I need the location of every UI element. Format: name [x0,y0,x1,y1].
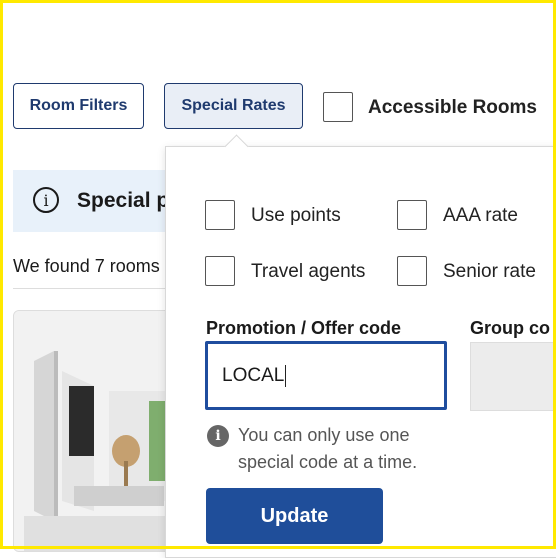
divider [13,288,173,289]
aaa-rate-label: AAA rate [443,205,518,226]
results-count: We found 7 rooms [13,256,160,276]
promo-code-value: LOCAL [222,364,285,386]
group-code-label: Group co [470,318,550,338]
notice-text: Special p [77,189,170,212]
info-icon: i [207,425,229,447]
help-text: You can only use one special code at a t… [238,425,418,472]
accessible-rooms-checkbox[interactable] [323,92,353,122]
use-points-label: Use points [251,205,341,226]
senior-rate-checkbox[interactable] [397,256,427,286]
room-card[interactable] [13,310,185,552]
room-photo [14,311,184,551]
promo-code-label: Promotion / Offer code [206,318,402,338]
use-points-checkbox[interactable] [205,200,235,230]
info-icon: i [33,187,59,213]
promo-code-input[interactable]: LOCAL [205,341,447,410]
travel-agents-checkbox[interactable] [205,256,235,286]
travel-agents-label: Travel agents [251,261,366,282]
aaa-rate-checkbox[interactable] [397,200,427,230]
special-rates-button[interactable]: Special Rates [164,83,303,129]
group-code-input[interactable] [470,342,556,411]
senior-rate-label: Senior rate [443,261,536,282]
update-button[interactable]: Update [206,488,383,544]
accessible-rooms-label: Accessible Rooms [368,97,537,118]
room-filters-button[interactable]: Room Filters [13,83,144,129]
text-cursor [285,364,287,387]
